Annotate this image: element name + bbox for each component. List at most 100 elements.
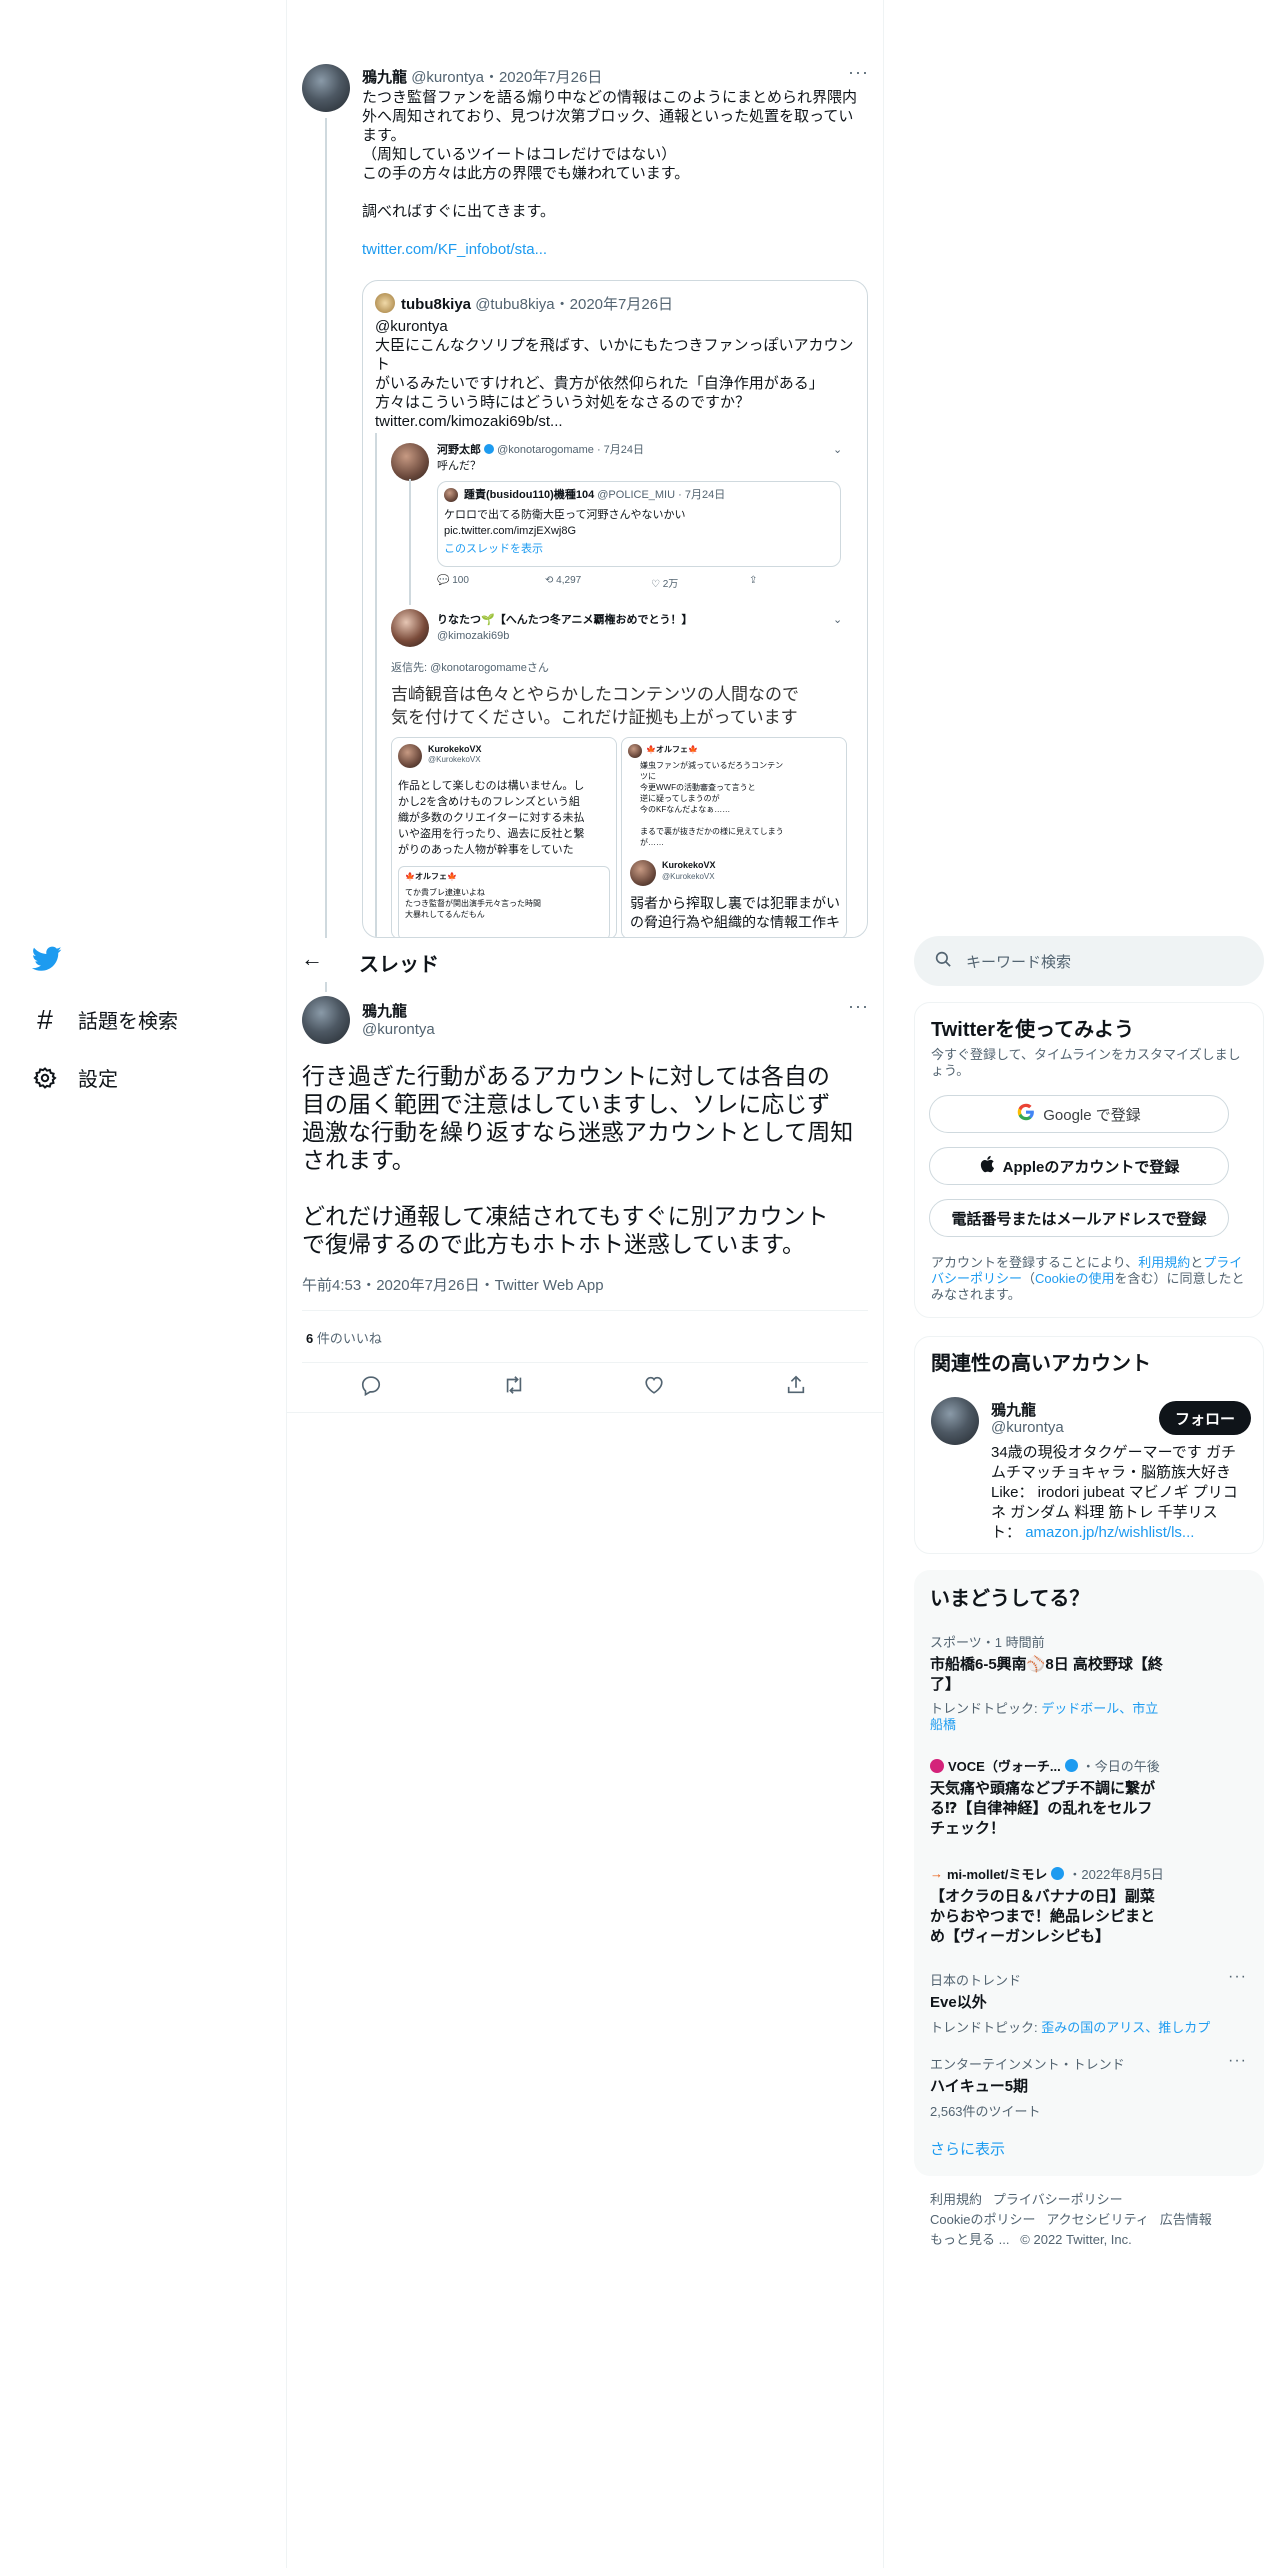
phone-email-signup-label: 電話番号またはメールアドレスで登録: [951, 1210, 1207, 1228]
copyright: © 2022 Twitter, Inc.: [1020, 2232, 1132, 2247]
author-name[interactable]: 鴉九龍: [362, 69, 407, 86]
collage-text: 作品として楽しむのは構いません。し かし2を含めけものフレンズという組 織が多数…: [398, 778, 614, 858]
footer-link[interactable]: アクセシビリティ: [1046, 2212, 1149, 2227]
like-icon[interactable]: [643, 1374, 667, 1398]
trend-source: mi-mollet/ミモレ: [947, 1867, 1048, 1882]
footer-more-link[interactable]: もっと見る ...: [930, 2232, 1009, 2247]
terms-link[interactable]: 利用規約: [1138, 1255, 1190, 1270]
cookie-link[interactable]: Cookieの使用: [1035, 1271, 1114, 1286]
related-account-handle[interactable]: @kurontya: [991, 1419, 1064, 1436]
collage-sub-text: てか貴ブレ逮連いよね たつき監督が関出演手元々言った時間 大暴れしてるんだもん: [405, 887, 541, 920]
trend-time: ・2022年8月5日: [1068, 1867, 1164, 1882]
collage-avatar: [398, 744, 422, 768]
inner-avatar-2: [391, 609, 429, 647]
inner-collage-left: KurokekoVX @KurokekoVX 作品として楽しむのは構いません。し…: [391, 737, 617, 937]
avatar[interactable]: [931, 1397, 979, 1445]
apple-signup-button[interactable]: Appleのアカウントで登録: [929, 1147, 1229, 1185]
retweet-icon[interactable]: [502, 1374, 526, 1398]
inner-quote-handle: @POLICE_MIU · 7月24日: [597, 489, 726, 501]
topic-link[interactable]: 船橋: [930, 1717, 1246, 1733]
text-line: 市船橋6-5興南⚾8日 高校野球【終: [930, 1656, 1163, 1673]
text-line: る⁉【自律神経】の乱れをセルフ: [930, 1800, 1153, 1817]
more-icon[interactable]: ···: [848, 62, 869, 83]
text-line: [362, 183, 872, 202]
nav-explore-label: 話題を検索: [78, 1011, 178, 1033]
search-input[interactable]: キーワード検索: [966, 951, 1071, 972]
trend-title: ハイキュー5期: [930, 2078, 1029, 2095]
text-line: ツに: [640, 772, 656, 781]
trend-item[interactable]: 日本のトレンド Eve以外 トレンドトピック: 歪みの国のアリス、推しカプ: [930, 1970, 1246, 2036]
trend-item[interactable]: → mi-mollet/ミモレ ・2022年8月5日 【オクラの日＆バナナの日】…: [930, 1864, 1246, 1947]
trend-meta: エンターテインメント・トレンド: [930, 2057, 1125, 2072]
signup-title: Twitterを使ってみよう: [931, 1019, 1135, 1041]
inner-author-name-2: りなたつ🌱【へんたつ冬アニメ覇権おめでとう！】: [437, 614, 693, 626]
reply-icon[interactable]: [360, 1374, 384, 1398]
footer-link[interactable]: プライバシーポリシー: [993, 2192, 1123, 2207]
verified-icon: [1051, 1867, 1065, 1880]
tweet-date[interactable]: ・2020年7月26日: [484, 69, 602, 86]
text-line: ムチマッチョキャラ・脳筋族大好き: [991, 1464, 1232, 1481]
more-icon[interactable]: ···: [1228, 2052, 1247, 2070]
trend-meta: 日本のトレンド: [930, 1973, 1022, 1988]
likes-stat[interactable]: 6 件のいいね: [306, 1328, 382, 1347]
trend-title: 【オクラの日＆バナナの日】副菜 からおやつまで！絶品レシピまと め【ヴィーガンレ…: [930, 1887, 1246, 1947]
trend-item[interactable]: VOCE（ヴォーチ... ・今日の午後 天気痛や頭痛などプチ不調に繋が る⁉【自…: [930, 1756, 1246, 1839]
author-handle[interactable]: @kurontya: [411, 69, 484, 86]
topic-link[interactable]: 歪みの国のアリス、推しカプ: [1041, 2020, 1210, 2035]
twitter-logo-icon[interactable]: [31, 946, 62, 976]
main-column-left-border: [286, 0, 287, 2568]
inner-reply-stat: 💬 100: [437, 575, 469, 586]
collage-sub-name: 🍁オルフェ🍁: [405, 872, 457, 881]
text-line: てか貴ブレ逮連いよね: [405, 888, 485, 897]
trends-title: いまどうしてる？: [930, 1588, 1090, 1610]
trend-item[interactable]: エンターテインメント・トレンド ハイキュー5期 2,563件のツイート: [930, 2054, 1246, 2120]
text-line: いや盗用を行ったり、過去に反社と繋: [398, 828, 585, 840]
more-icon[interactable]: ···: [1228, 1968, 1247, 1986]
signup-legal-text: アカウントを登録することにより、利用規約とプライバシーポリシー（Cookieの使…: [931, 1255, 1249, 1303]
follow-button[interactable]: フォロー: [1159, 1401, 1251, 1435]
text-line: @kurontya: [375, 318, 448, 335]
inner-show-thread: このスレッドを表示: [444, 543, 543, 555]
trend-item[interactable]: スポーツ・1 時間前 市船橋6-5興南⚾8日 高校野球【終 了】 トレンドトピッ…: [930, 1632, 1246, 1733]
google-signup-button[interactable]: Google で登録: [929, 1095, 1229, 1133]
inner-tweet2-header: りなたつ🌱【へんたつ冬アニメ覇権おめでとう！】: [437, 613, 692, 627]
quote-tweet-card[interactable]: tubu8kiya @tubu8kiya・2020年7月26日 @kuronty…: [362, 280, 868, 938]
topic-link[interactable]: デッドボール、市立: [1041, 1701, 1158, 1716]
chevron-down-icon: ⌄: [833, 444, 843, 456]
text-line: [640, 815, 840, 826]
inner-tweet2-text: 吉崎観音は色々とやらかしたコンテンツの人間なので 気を付けてください。これだけ証…: [391, 683, 799, 729]
chevron-down-icon-2: ⌄: [833, 614, 843, 626]
author-name[interactable]: 鴉九龍: [362, 1000, 407, 1021]
nav-settings[interactable]: 設定: [32, 1063, 118, 1092]
tweet-link[interactable]: twitter.com/KF_infobot/sta...: [362, 240, 872, 259]
tweet-timestamp[interactable]: 午前4:53・2020年7月26日・Twitter Web App: [302, 1274, 604, 1295]
footer-link[interactable]: 広告情報: [1160, 2212, 1212, 2227]
trend-meta: → mi-mollet/ミモレ ・2022年8月5日: [930, 1864, 1246, 1883]
quote-attached-image[interactable]: 河野太郎 @konotarogomame · 7月24日 ⌄ 呼んだ？ 踵責(b…: [375, 433, 857, 937]
trend-title: 天気痛や頭痛などプチ不調に繋が る⁉【自律神経】の乱れをセルフ チェック！: [930, 1779, 1246, 1839]
inner-retweet-stat: ⟲ 4,297: [545, 575, 582, 586]
footer-link[interactable]: 利用規約: [930, 2192, 982, 2207]
text-line: ト：: [991, 1524, 1022, 1541]
topic-prefix: トレンドトピック:: [930, 2020, 1042, 2035]
search-box[interactable]: キーワード検索: [914, 936, 1264, 986]
image-edge: [375, 433, 377, 937]
avatar[interactable]: [302, 996, 350, 1044]
thread-connector-line-2: [325, 982, 327, 992]
share-icon[interactable]: [785, 1374, 809, 1398]
back-arrow-icon[interactable]: ←: [301, 946, 323, 972]
avatar[interactable]: [302, 64, 350, 112]
show-more-link[interactable]: さらに表示: [930, 2138, 1005, 2159]
bio-link[interactable]: amazon.jp/hz/wishlist/ls...: [1025, 1524, 1194, 1541]
page-title: スレッド: [359, 954, 439, 976]
nav-explore[interactable]: # 話題を検索: [32, 1004, 178, 1035]
collage-name-2: 🍁オルフェ🍁: [646, 745, 698, 754]
text-line: されます。: [302, 1147, 415, 1173]
more-icon[interactable]: ···: [848, 996, 869, 1017]
phone-email-signup-button[interactable]: 電話番号またはメールアドレスで登録: [929, 1199, 1229, 1237]
footer-link[interactable]: Cookieのポリシー: [930, 2212, 1035, 2227]
divider: [287, 1412, 883, 1413]
author-handle[interactable]: @kurontya: [362, 1021, 435, 1038]
collage-avatar-2: [628, 744, 642, 758]
related-account-name[interactable]: 鴉九龍: [991, 1399, 1036, 1420]
